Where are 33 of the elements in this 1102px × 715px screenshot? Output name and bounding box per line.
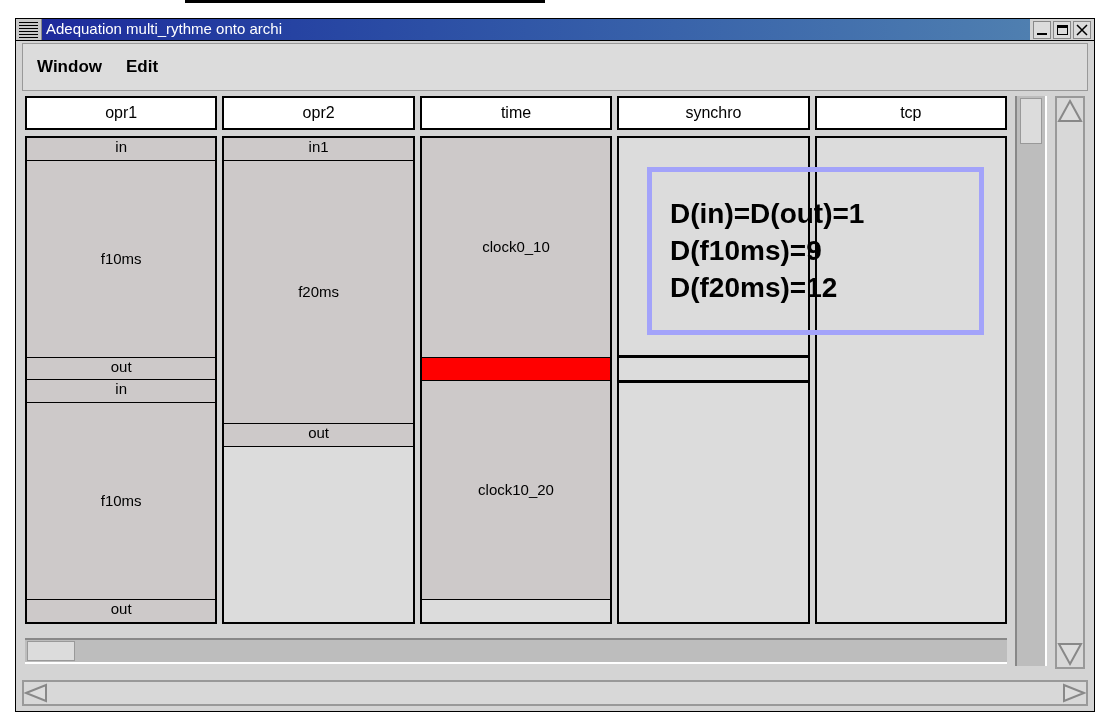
maximize-button[interactable] [1053,20,1071,39]
menu-item[interactable]: Window [37,54,102,80]
minimize-button[interactable] [1033,20,1051,39]
task-label: out [110,357,132,376]
down-arrow-icon[interactable] [1057,641,1083,667]
task-label: clock10_20 [478,480,554,499]
task-label: f10ms [100,249,142,268]
task-label: out [308,424,330,443]
task-label: in1 [308,138,329,156]
task-label: out [110,600,132,619]
close-button[interactable] [1073,20,1091,39]
horizontal-scrollbar[interactable] [22,680,1088,706]
task-label: f20ms [298,283,340,302]
right-arrow-icon[interactable] [1062,683,1086,703]
vertical-scrollbar[interactable] [1055,96,1085,669]
left-arrow-icon[interactable] [24,683,48,703]
lane-header: synchro [617,96,810,130]
task-label: in [115,138,128,156]
horizontal-scrollbar[interactable] [25,638,1007,664]
lane-header: tcp [814,96,1008,130]
up-arrow-icon[interactable] [1057,98,1083,124]
task-label: clock0_10 [482,238,550,257]
lane-header: time [419,96,613,130]
task-label: in [115,380,128,399]
task-label: f10ms [100,492,142,511]
scrollbar-thumb[interactable] [1020,98,1042,144]
menu-item[interactable]: Edit [126,54,159,80]
window-title: Adequation multi_rythme onto archi [46,19,282,40]
lane-header: opr2 [222,96,415,130]
lane-header: opr1 [25,96,218,130]
scrollbar-thumb[interactable] [27,641,75,661]
close-icon [1076,23,1088,36]
window-menu-icon[interactable] [16,19,42,40]
